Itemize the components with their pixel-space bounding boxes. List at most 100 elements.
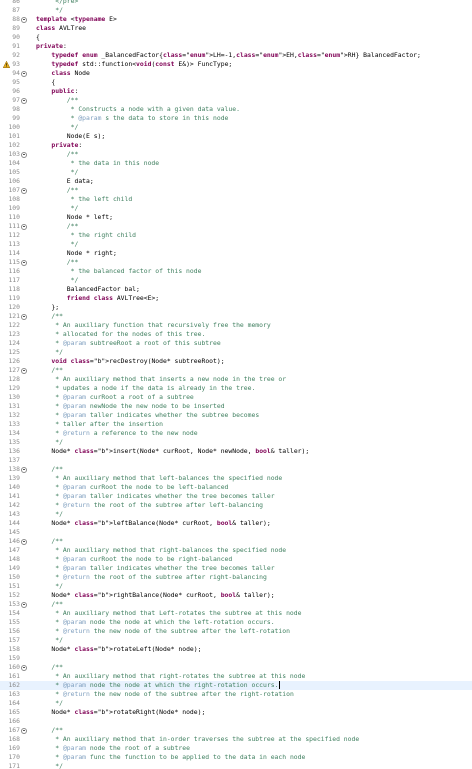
code-text[interactable]: * @return the root of the subtree after … bbox=[36, 573, 267, 582]
fold-toggle-icon[interactable] bbox=[21, 601, 27, 608]
code-line[interactable]: 120 }; bbox=[0, 303, 472, 312]
code-line[interactable]: 87 */ bbox=[0, 6, 472, 15]
code-line[interactable]: 152 Node* class="b">rightBalance(Node* c… bbox=[0, 591, 472, 600]
code-text[interactable]: Node* class="b">insert(Node* curRoot, No… bbox=[36, 447, 309, 456]
fold-toggle-icon[interactable] bbox=[21, 151, 27, 158]
code-text[interactable]: * @param node the node at which the left… bbox=[36, 618, 274, 627]
code-line[interactable]: 126 void class="b">recDestroy(Node* subt… bbox=[0, 357, 472, 366]
code-line[interactable]: 138 /** bbox=[0, 465, 472, 474]
fold-toggle-icon[interactable] bbox=[21, 664, 27, 671]
code-line[interactable]: 107 /** bbox=[0, 186, 472, 195]
code-line[interactable]: 91 private: bbox=[0, 42, 472, 51]
code-text[interactable]: * @param s the data to store in this nod… bbox=[36, 114, 229, 123]
code-text[interactable]: /** bbox=[36, 663, 63, 672]
code-line[interactable]: 111 /** bbox=[0, 222, 472, 231]
code-text[interactable]: * @param newNode the new node to be inse… bbox=[36, 402, 224, 411]
code-line[interactable]: 170 * @param func the function to be app… bbox=[0, 753, 472, 762]
fold-toggle-icon[interactable] bbox=[21, 727, 27, 734]
code-text[interactable]: Node * left; bbox=[36, 213, 113, 222]
code-line[interactable]: 137 bbox=[0, 456, 472, 465]
code-text[interactable]: Node* class="b">rotateRight(Node* node); bbox=[36, 708, 205, 717]
code-line[interactable]: 119 friend class AVLTree<E>; bbox=[0, 294, 472, 303]
code-line[interactable]: 100 */ bbox=[0, 123, 472, 132]
code-text[interactable]: /** bbox=[36, 537, 63, 546]
code-line[interactable]: 90 { bbox=[0, 33, 472, 42]
code-text[interactable]: * @param func the function to be applied… bbox=[36, 753, 305, 762]
code-line[interactable]: 149 * @param taller indicates whether th… bbox=[0, 564, 472, 573]
code-line[interactable]: 95 { bbox=[0, 78, 472, 87]
code-line[interactable]: 168 * An auxiliary method that in-order … bbox=[0, 735, 472, 744]
code-line[interactable]: 108 * the left child bbox=[0, 195, 472, 204]
code-text[interactable]: */ bbox=[36, 123, 79, 132]
code-line[interactable]: 127 /** bbox=[0, 366, 472, 375]
code-text[interactable]: class Node bbox=[36, 69, 90, 78]
code-line[interactable]: 167 /** bbox=[0, 726, 472, 735]
code-line[interactable]: 156 * @return the new node of the subtre… bbox=[0, 627, 472, 636]
fold-toggle-icon[interactable] bbox=[21, 223, 27, 230]
fold-toggle-icon[interactable] bbox=[21, 16, 27, 23]
code-line[interactable]: 88 template <typename E> bbox=[0, 15, 472, 24]
code-text[interactable]: */ bbox=[36, 699, 63, 708]
code-text[interactable]: */ bbox=[36, 240, 79, 249]
code-text[interactable]: * An auxiliary method that in-order trav… bbox=[36, 735, 359, 744]
code-text[interactable]: * @return the root of the subtree after … bbox=[36, 501, 263, 510]
code-text[interactable]: /** bbox=[36, 366, 63, 375]
code-text[interactable]: friend class AVLTree<E>; bbox=[36, 294, 159, 303]
code-text[interactable]: * @param subtreeRoot a root of this subt… bbox=[36, 339, 220, 348]
code-text[interactable]: void class="b">recDestroy(Node* subtreeR… bbox=[36, 357, 224, 366]
code-line[interactable]: 121 /** bbox=[0, 312, 472, 321]
code-text[interactable]: typedef enum _BalancedFactor{class="enum… bbox=[36, 51, 420, 60]
code-text[interactable]: /** bbox=[36, 465, 63, 474]
code-line[interactable]: 144 Node* class="b">leftBalance(Node* cu… bbox=[0, 519, 472, 528]
code-text[interactable]: * the right child bbox=[36, 231, 136, 240]
code-line[interactable]: 109 */ bbox=[0, 204, 472, 213]
code-text[interactable]: Node* class="b">rightBalance(Node* curRo… bbox=[36, 591, 274, 600]
code-line[interactable]: 162 * @param node the node at which the … bbox=[0, 681, 472, 690]
code-line[interactable]: 153 /** bbox=[0, 600, 472, 609]
code-text[interactable]: * @param curRoot the node to be right-ba… bbox=[36, 555, 232, 564]
code-text[interactable]: * @return the new node of the subtree af… bbox=[36, 690, 294, 699]
fold-toggle-icon[interactable] bbox=[21, 538, 27, 545]
code-line[interactable]: 158 Node* class="b">rotateLeft(Node* nod… bbox=[0, 645, 472, 654]
code-line[interactable]: 171 */ bbox=[0, 762, 472, 769]
code-text[interactable]: * updates a node if the data is already … bbox=[36, 384, 255, 393]
code-line[interactable]: 96 public: bbox=[0, 87, 472, 96]
code-text[interactable]: E data; bbox=[36, 177, 94, 186]
code-text[interactable]: private: bbox=[36, 42, 67, 51]
code-line[interactable]: 101 Node(E s); bbox=[0, 132, 472, 141]
code-text[interactable]: /** bbox=[36, 222, 79, 231]
code-text[interactable]: */ bbox=[36, 636, 63, 645]
code-text[interactable]: * An auxiliary method that right-balance… bbox=[36, 546, 286, 555]
code-text[interactable]: /** bbox=[36, 726, 63, 735]
fold-toggle-icon[interactable] bbox=[21, 97, 27, 104]
code-line[interactable]: 104 * the data in this node bbox=[0, 159, 472, 168]
code-text[interactable]: * An auxiliary function that recursively… bbox=[36, 321, 270, 330]
code-text[interactable]: */ bbox=[36, 6, 63, 15]
code-line[interactable]: 130 * @param curRoot a root of a subtree bbox=[0, 393, 472, 402]
code-line[interactable]: 131 * @param newNode the new node to be … bbox=[0, 402, 472, 411]
code-text[interactable]: * An auxiliary method that right-rotates… bbox=[36, 672, 305, 681]
fold-toggle-icon[interactable] bbox=[21, 466, 27, 473]
code-text[interactable]: * @param taller indicates whether the su… bbox=[36, 411, 259, 420]
code-line[interactable]: 115 /** bbox=[0, 258, 472, 267]
code-text[interactable]: * An auxiliary method that Left-rotates … bbox=[36, 609, 301, 618]
code-text[interactable]: * taller after the insertion bbox=[36, 420, 163, 429]
code-line[interactable]: 93 typedef std::function<void(const E&)>… bbox=[0, 60, 472, 69]
code-line[interactable]: 94 class Node bbox=[0, 69, 472, 78]
code-line[interactable]: 122 * An auxiliary function that recursi… bbox=[0, 321, 472, 330]
code-line[interactable]: 163 * @return the new node of the subtre… bbox=[0, 690, 472, 699]
code-text[interactable]: public: bbox=[36, 87, 78, 96]
code-text[interactable]: * @param taller indicates whether the tr… bbox=[36, 564, 274, 573]
code-line[interactable]: 134 * @return a reference to the new nod… bbox=[0, 429, 472, 438]
code-text[interactable]: */ bbox=[36, 582, 63, 591]
code-text[interactable]: Node(E s); bbox=[36, 132, 106, 141]
code-text[interactable]: /** bbox=[36, 600, 63, 609]
code-line[interactable]: 106 E data; bbox=[0, 177, 472, 186]
code-line[interactable]: 151 */ bbox=[0, 582, 472, 591]
code-text[interactable]: * @param node the root of a subtree bbox=[36, 744, 190, 753]
code-line[interactable]: 105 */ bbox=[0, 168, 472, 177]
code-line[interactable]: 136 Node* class="b">insert(Node* curRoot… bbox=[0, 447, 472, 456]
fold-toggle-icon[interactable] bbox=[21, 187, 27, 194]
code-line[interactable]: 147 * An auxiliary method that right-bal… bbox=[0, 546, 472, 555]
code-text[interactable]: class AVLTree bbox=[36, 24, 86, 33]
